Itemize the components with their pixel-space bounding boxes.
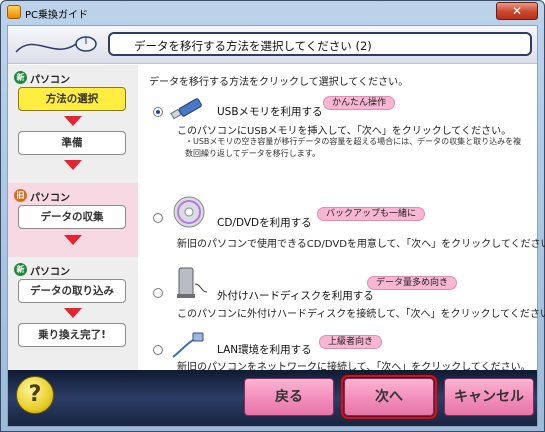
option-description: 新旧のパソコンで使用できるCD/DVDを用意して、「次へ」をクリックしてください…: [177, 239, 545, 250]
step-arrow-icon: [64, 308, 82, 318]
option-tag: 上級者向き: [319, 335, 383, 349]
option-description: このパソコンに外付けハードディスクを接続して、「次へ」をクリックしてください。: [177, 309, 545, 320]
step-arrow-icon: [64, 160, 82, 170]
help-button[interactable]: ?: [16, 376, 54, 414]
close-button[interactable]: ✕: [496, 2, 538, 20]
instruction-text: データを移行する方法をクリックして選択してください。: [149, 77, 409, 88]
step-arrow-icon: [64, 235, 82, 245]
step-import-data: データの取り込み: [18, 279, 126, 303]
sidebar-section-new-pc-2: 新 パソコン データの取り込み 乗り換え完了!: [8, 257, 138, 370]
header-strip: データを移行する方法を選択してください (2): [8, 26, 537, 64]
option-note: ・USBメモリの空き容量が移行データの容量を超える場合には、データの収集と取り込…: [185, 137, 522, 158]
radio-lan[interactable]: [153, 345, 163, 355]
option-description: このパソコンにUSBメモリを挿入して、「次へ」をクリックしてください。: [177, 126, 512, 137]
window-title: PC乗換ガイド: [25, 10, 89, 21]
option-title: 外付けハードディスクを利用する: [217, 290, 374, 302]
option-title: USBメモリを利用する: [217, 106, 323, 118]
radio-external-hdd[interactable]: [153, 288, 163, 298]
page-title-box: データを移行する方法を選択してください (2): [108, 32, 532, 56]
new-badge: 新: [14, 263, 27, 276]
option-tag: バックアップも一緒に: [317, 207, 426, 221]
sidebar-section-new-pc-1: 新 パソコン 方法の選択 準備: [8, 65, 138, 183]
new-badge: 新: [14, 71, 27, 84]
app-icon: [7, 5, 21, 19]
title-bar[interactable]: PC乗換ガイド ✕: [1, 1, 544, 23]
option-tag: かんたん操作: [323, 96, 396, 110]
option-title: CD/DVDを利用する: [217, 217, 312, 229]
section-label: パソコン: [30, 193, 70, 204]
page-title: データを移行する方法を選択してください (2): [134, 39, 372, 53]
old-badge: 旧: [14, 189, 27, 202]
step-prepare: 準備: [18, 131, 126, 155]
mouse-cable-icon: [15, 36, 97, 53]
step-arrow-icon: [64, 116, 82, 126]
cd-dvd-icon: [173, 196, 205, 228]
client-area: データを移行する方法を選択してください (2) 新 パソコン 方法の選択 準備 …: [7, 25, 545, 427]
option-title: LAN環境を利用する: [217, 344, 312, 356]
sidebar-section-old-pc: 旧 パソコン データの収集: [8, 183, 138, 257]
app-window: PC乗換ガイド ✕ データを移行する方法を選択してください (2) 新 パソコン…: [0, 0, 545, 432]
next-button[interactable]: 次へ: [341, 375, 437, 419]
step-select-method: 方法の選択: [18, 87, 126, 111]
external-hdd-icon: [177, 267, 208, 298]
section-label: パソコン: [30, 75, 70, 86]
radio-cd-dvd[interactable]: [153, 213, 163, 223]
radio-usb[interactable]: [153, 107, 163, 117]
cancel-button[interactable]: キャンセル: [444, 378, 534, 416]
step-complete: 乗り換え完了!: [18, 323, 126, 347]
section-label: パソコン: [30, 267, 70, 278]
step-collect-data: データの収集: [18, 205, 126, 229]
back-button[interactable]: 戻る: [244, 378, 334, 416]
option-tag: データ量多め向き: [367, 276, 458, 290]
wizard-steps-sidebar: 新 パソコン 方法の選択 準備 旧 パソコン データの収集 新 パソコン データ…: [8, 65, 138, 370]
method-options-panel: データを移行する方法をクリックして選択してください。 USBメモリを利用する か…: [139, 65, 545, 373]
bottom-button-bar: ? 戻る 次へ キャンセル: [8, 370, 537, 426]
